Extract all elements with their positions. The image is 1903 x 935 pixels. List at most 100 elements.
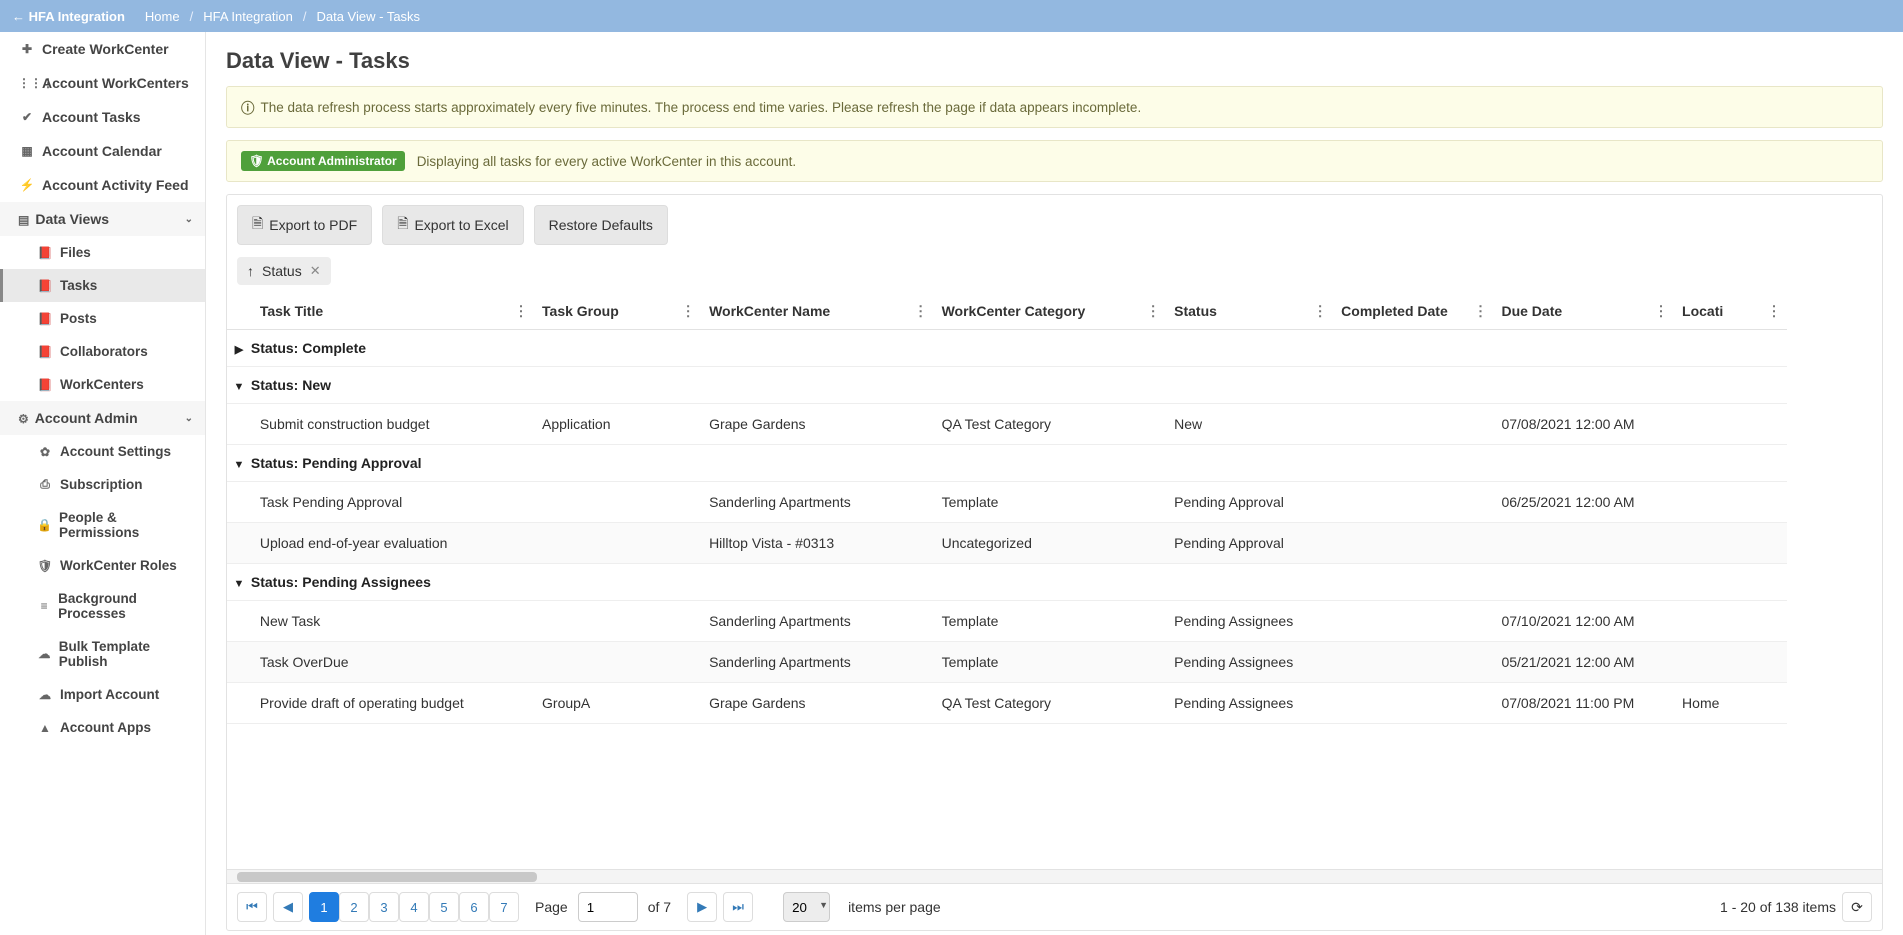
pager-prev[interactable]: ◀: [273, 892, 303, 922]
cell-workcenter: Hilltop Vista - #0313: [701, 523, 934, 564]
column-header[interactable]: Task Title⋮: [252, 293, 534, 330]
page-input[interactable]: [578, 892, 638, 922]
chip-close-icon[interactable]: ✕: [310, 263, 321, 279]
column-header[interactable]: Due Date⋮: [1493, 293, 1674, 330]
restore-defaults-button[interactable]: Restore Defaults: [534, 205, 668, 245]
group-caret-icon[interactable]: ▼: [231, 459, 247, 471]
horizontal-scrollbar[interactable]: [227, 869, 1882, 883]
cell-category: Template: [934, 482, 1167, 523]
pager-page[interactable]: 2: [339, 892, 369, 922]
sidebar-item[interactable]: ⚡Account Activity Feed: [0, 168, 205, 202]
cell-location: [1674, 601, 1787, 642]
sidebar-subitem[interactable]: 📕Files: [0, 236, 205, 269]
sidebar-item[interactable]: ▦Account Calendar: [0, 134, 205, 168]
sidebar-item[interactable]: ⋮⋮⋮Account WorkCenters: [0, 66, 205, 100]
grid-scroll[interactable]: Task Title⋮Task Group⋮WorkCenter Name⋮Wo…: [227, 293, 1882, 869]
breadcrumb-hfa[interactable]: HFA Integration: [203, 9, 293, 24]
group-caret-icon[interactable]: ▼: [231, 578, 247, 590]
export-excel-button[interactable]: 🗎Export to Excel: [382, 205, 523, 245]
breadcrumb-current[interactable]: Data View - Tasks: [316, 9, 420, 24]
group-header[interactable]: ▶ Status: Complete: [227, 330, 1787, 367]
pager-page[interactable]: 7: [489, 892, 519, 922]
column-menu-icon[interactable]: ⋮: [1473, 303, 1487, 320]
column-menu-icon[interactable]: ⋮: [1654, 303, 1668, 320]
sidebar-subitem[interactable]: ☁Import Account: [0, 678, 205, 711]
sidebar-subitem[interactable]: 📕Collaborators: [0, 335, 205, 368]
pager-first[interactable]: ⏮: [237, 892, 267, 922]
breadcrumb: Home / HFA Integration / Data View - Tas…: [145, 9, 420, 24]
column-label: Task Group: [542, 303, 619, 319]
chevron-down-icon: ⌄: [185, 214, 193, 225]
chip-label: Status: [262, 263, 302, 279]
sidebar-subitem[interactable]: 📕WorkCenters: [0, 368, 205, 401]
of-label: of 7: [648, 899, 671, 915]
sidebar-subitem[interactable]: 🔒People & Permissions: [0, 501, 205, 549]
table-row[interactable]: Task Pending ApprovalSanderling Apartmen…: [227, 482, 1787, 523]
cell-group: GroupA: [534, 683, 701, 724]
export-pdf-button[interactable]: 🗎Export to PDF: [237, 205, 372, 245]
cell-due: 07/08/2021 11:00 PM: [1493, 683, 1674, 724]
group-chip-status[interactable]: ↑ Status ✕: [237, 257, 331, 285]
table-row[interactable]: Upload end-of-year evaluationHilltop Vis…: [227, 523, 1787, 564]
table-row[interactable]: Provide draft of operating budgetGroupAG…: [227, 683, 1787, 724]
cell-status: New: [1166, 404, 1333, 445]
column-header[interactable]: Locati⋮: [1674, 293, 1787, 330]
sidebar-item-label: Account Tasks: [42, 109, 141, 125]
cell-location: [1674, 482, 1787, 523]
column-menu-icon[interactable]: ⋮: [1146, 303, 1160, 320]
sidebar-item-label: Tasks: [60, 278, 97, 293]
pager-next[interactable]: ▶: [687, 892, 717, 922]
group-caret-icon[interactable]: ▼: [231, 381, 247, 393]
sidebar-subitem[interactable]: ▲Account Apps: [0, 711, 205, 744]
cell-location: [1674, 404, 1787, 445]
pager-page[interactable]: 3: [369, 892, 399, 922]
column-menu-icon[interactable]: ⋮: [914, 303, 928, 320]
sidebar-subitem[interactable]: 📕Posts: [0, 302, 205, 335]
column-menu-icon[interactable]: ⋮: [1313, 303, 1327, 320]
column-menu-icon[interactable]: ⋮: [514, 303, 528, 320]
cell-location: [1674, 523, 1787, 564]
column-header[interactable]: WorkCenter Category⋮: [934, 293, 1167, 330]
breadcrumb-sep: /: [190, 9, 194, 24]
group-caret-icon[interactable]: ▶: [231, 343, 247, 356]
sidebar-subitem[interactable]: ⎙Subscription: [0, 468, 205, 501]
cell-workcenter: Grape Gardens: [701, 404, 934, 445]
pager-page[interactable]: 4: [399, 892, 429, 922]
pager-page[interactable]: 6: [459, 892, 489, 922]
sidebar-subitem[interactable]: 🛡WorkCenter Roles: [0, 549, 205, 582]
sidebar-item[interactable]: ✔Account Tasks: [0, 100, 205, 134]
group-header[interactable]: ▼ Status: New: [227, 367, 1787, 404]
sidebar-subitem[interactable]: ✿Account Settings: [0, 435, 205, 468]
sidebar-subitem[interactable]: ≡Background Processes: [0, 582, 205, 630]
cell-status: Pending Approval: [1166, 482, 1333, 523]
column-header[interactable]: WorkCenter Name⋮: [701, 293, 934, 330]
cell-group: [534, 601, 701, 642]
column-header[interactable]: Task Group ⋮: [534, 293, 701, 330]
group-header[interactable]: ▼ Status: Pending Approval: [227, 445, 1787, 482]
sidebar-section-admin[interactable]: ⚙Account Admin ⌄: [0, 401, 205, 435]
column-header[interactable]: Completed Date⋮: [1333, 293, 1493, 330]
pager-last[interactable]: ⏭: [723, 892, 753, 922]
breadcrumb-home[interactable]: Home: [145, 9, 180, 24]
pager-page[interactable]: 5: [429, 892, 459, 922]
table-row[interactable]: Submit construction budgetApplicationGra…: [227, 404, 1787, 445]
column-menu-icon[interactable]: ⋮: [681, 303, 695, 320]
refresh-button[interactable]: ⟳: [1842, 892, 1872, 922]
sidebar-item[interactable]: ✚Create WorkCenter: [0, 32, 205, 66]
scrollbar-thumb[interactable]: [237, 872, 537, 882]
sidebar-item-label: Bulk Template Publish: [59, 639, 193, 669]
gear-icon: ⚙: [18, 412, 29, 426]
sidebar-item-label: Collaborators: [60, 344, 148, 359]
sidebar-subitem[interactable]: 📕Tasks: [0, 269, 205, 302]
column-menu-icon[interactable]: ⋮: [1767, 303, 1781, 320]
sidebar-item-label: Posts: [60, 311, 97, 326]
column-header[interactable]: Status⋮: [1166, 293, 1333, 330]
table-row[interactable]: New TaskSanderling ApartmentsTemplatePen…: [227, 601, 1787, 642]
group-header[interactable]: ▼ Status: Pending Assignees: [227, 564, 1787, 601]
back-link[interactable]: ← HFA Integration: [12, 9, 125, 24]
pager-page[interactable]: 1: [309, 892, 339, 922]
sidebar-section-dataviews[interactable]: ▤Data Views ⌄: [0, 202, 205, 236]
table-row[interactable]: Task OverDueSanderling ApartmentsTemplat…: [227, 642, 1787, 683]
sidebar-subitem[interactable]: ☁Bulk Template Publish: [0, 630, 205, 678]
page-size-select[interactable]: 20: [783, 892, 830, 922]
